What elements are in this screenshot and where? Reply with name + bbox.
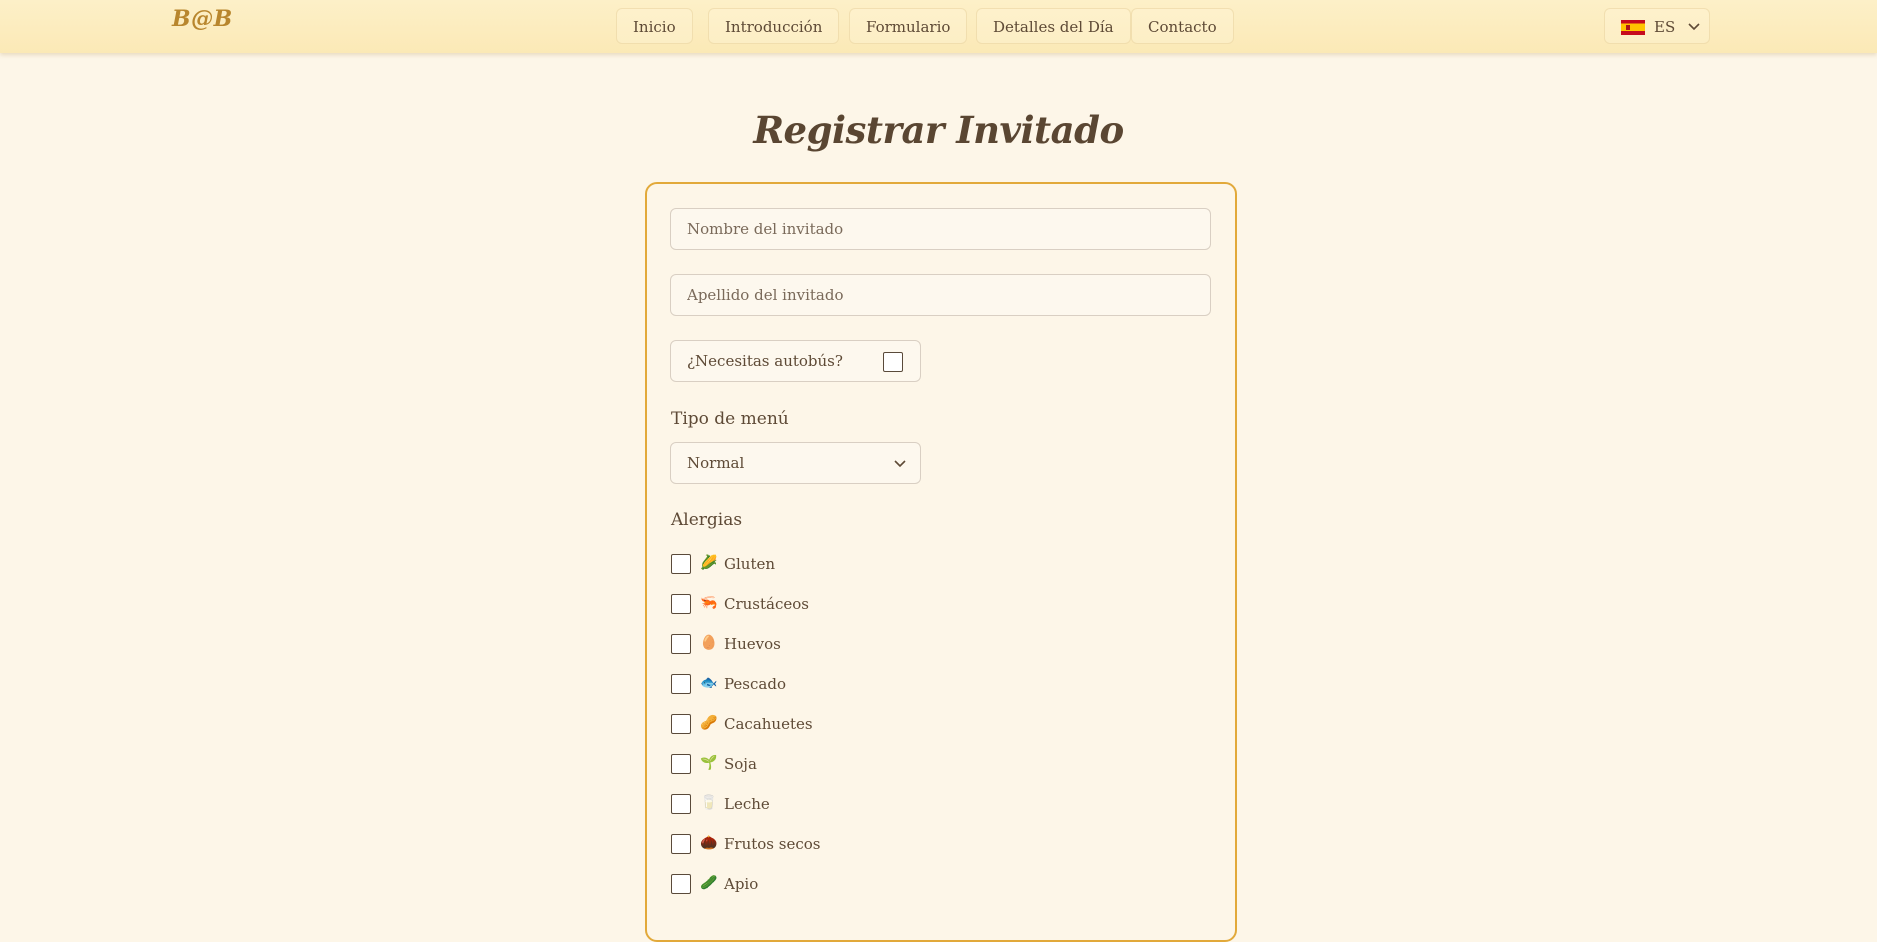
allergy-label: Cacahuetes xyxy=(724,715,813,733)
allergy-label: Apio xyxy=(724,875,759,893)
nav-item-contacto[interactable]: Contacto xyxy=(1131,8,1234,44)
allergy-checkbox[interactable] xyxy=(671,754,691,774)
brand-logo[interactable]: B@B xyxy=(172,6,233,32)
chevron-down-icon xyxy=(1688,23,1700,31)
cucumber-icon: 🥒 xyxy=(700,875,718,891)
allergy-label: Pescado xyxy=(724,675,786,693)
page-title: Registrar Invitado xyxy=(753,108,1124,152)
allergy-label: Crustáceos xyxy=(724,595,809,613)
top-navbar: B@B Inicio Introducción Formulario Detal… xyxy=(0,0,1877,53)
allergy-checkbox[interactable] xyxy=(671,834,691,854)
fish-icon: 🐟 xyxy=(700,675,718,691)
allergy-label: Huevos xyxy=(724,635,781,653)
chevron-down-icon xyxy=(894,460,906,468)
allergy-checkbox[interactable] xyxy=(671,634,691,654)
bus-needed-field[interactable]: ¿Necesitas autobús? xyxy=(670,340,921,382)
allergy-label: Leche xyxy=(724,795,770,813)
language-code: ES xyxy=(1654,18,1676,36)
corn-icon: 🌽 xyxy=(700,555,718,571)
sprout-icon: 🌱 xyxy=(700,755,718,771)
shrimp-icon: 🦐 xyxy=(700,595,718,611)
milk-glass-icon: 🥛 xyxy=(700,795,718,811)
bus-needed-label: ¿Necesitas autobús? xyxy=(687,352,843,370)
bus-needed-checkbox[interactable] xyxy=(883,352,903,372)
allergy-checkbox[interactable] xyxy=(671,714,691,734)
nav-item-detalles-del-dia[interactable]: Detalles del Día xyxy=(976,8,1131,44)
allergies-label: Alergias xyxy=(671,510,743,530)
egg-icon: 🥚 xyxy=(700,635,718,651)
allergy-checkbox[interactable] xyxy=(671,794,691,814)
menu-type-value: Normal xyxy=(687,454,745,472)
nav-item-formulario[interactable]: Formulario xyxy=(849,8,968,44)
allergy-label: Soja xyxy=(724,755,757,773)
nav-item-inicio[interactable]: Inicio xyxy=(616,8,693,44)
peanut-icon: 🥜 xyxy=(700,715,718,731)
allergy-label: Frutos secos xyxy=(724,835,821,853)
allergy-checkbox[interactable] xyxy=(671,874,691,894)
nav-label: Inicio xyxy=(633,18,676,36)
nav-label: Formulario xyxy=(866,18,951,36)
spain-flag-icon xyxy=(1621,20,1645,35)
allergy-checkbox[interactable] xyxy=(671,554,691,574)
nav-label: Introducción xyxy=(725,18,823,36)
nav-label: Contacto xyxy=(1148,18,1217,36)
allergy-checkbox[interactable] xyxy=(671,674,691,694)
allergy-checkbox[interactable] xyxy=(671,594,691,614)
menu-type-label: Tipo de menú xyxy=(671,409,789,429)
nav-item-introduccion[interactable]: Introducción xyxy=(708,8,840,44)
last-name-input[interactable] xyxy=(670,274,1211,316)
language-selector[interactable]: ES xyxy=(1604,8,1710,44)
first-name-input[interactable] xyxy=(670,208,1211,250)
allergy-label: Gluten xyxy=(724,555,776,573)
menu-type-select[interactable]: Normal xyxy=(670,442,921,484)
nav-label: Detalles del Día xyxy=(993,18,1114,36)
chestnut-icon: 🌰 xyxy=(700,835,718,851)
